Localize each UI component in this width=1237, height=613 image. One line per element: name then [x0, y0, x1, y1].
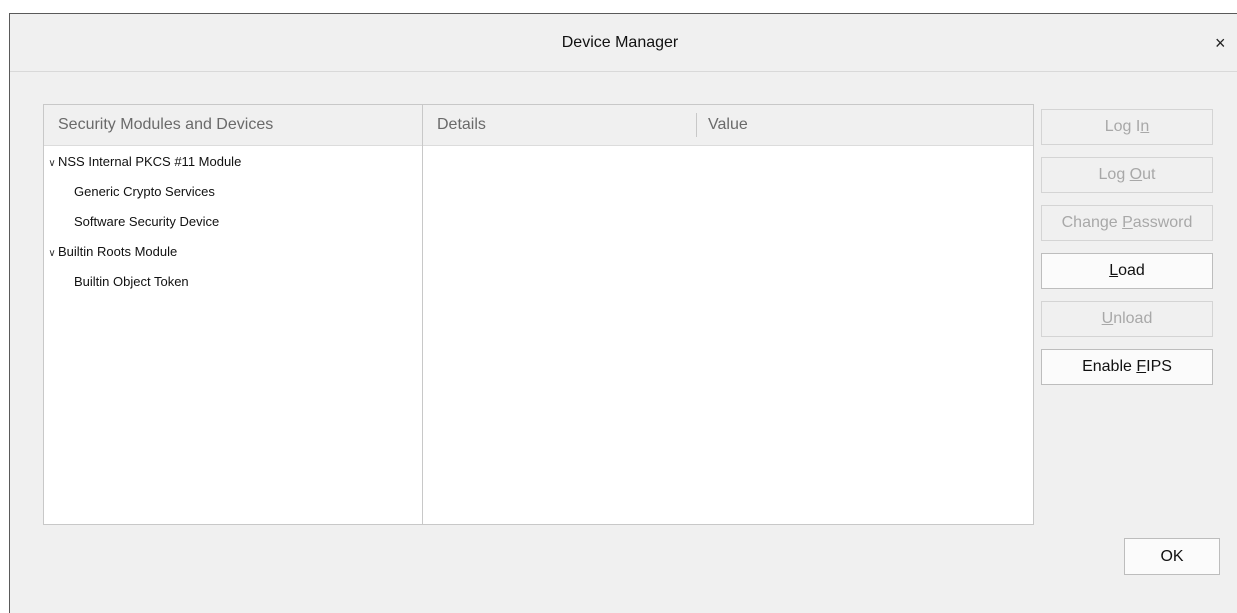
title-bar: Device Manager ×: [10, 14, 1237, 72]
button-label: ut: [1142, 166, 1156, 183]
tree-item-builtin-roots-module[interactable]: ∨ Builtin Roots Module: [44, 240, 422, 270]
security-modules-tree[interactable]: Security Modules and Devices ∨ NSS Intern…: [43, 104, 423, 525]
dialog-title: Device Manager: [561, 34, 679, 51]
button-label: oad: [1118, 262, 1145, 279]
log-out-button[interactable]: Log Out: [1041, 157, 1213, 193]
unload-button[interactable]: Unload: [1041, 301, 1213, 337]
tree-item-label: Builtin Object Token: [74, 274, 189, 289]
log-in-button[interactable]: Log In: [1041, 109, 1213, 145]
button-label: Log: [1098, 166, 1130, 183]
close-icon[interactable]: ×: [1215, 31, 1237, 55]
tree-item-label: Generic Crypto Services: [74, 184, 215, 199]
tree-item-generic-crypto-services[interactable]: Generic Crypto Services: [44, 180, 422, 210]
tree-item-builtin-object-token[interactable]: Builtin Object Token: [44, 270, 422, 300]
change-password-button[interactable]: Change Password: [1041, 205, 1213, 241]
button-label: assword: [1132, 214, 1193, 231]
access-key: L: [1109, 262, 1119, 279]
button-label: Change: [1061, 214, 1123, 231]
tree-item-nss-internal-module[interactable]: ∨ NSS Internal PKCS #11 Module: [44, 150, 422, 180]
button-label: nload: [1113, 310, 1153, 327]
tree-column-header[interactable]: Security Modules and Devices: [44, 105, 422, 146]
button-label: IPS: [1146, 358, 1172, 375]
chevron-down-icon[interactable]: ∨: [47, 242, 57, 266]
tree-item-label: NSS Internal PKCS #11 Module: [58, 154, 242, 169]
column-header-value[interactable]: Value: [708, 105, 748, 145]
column-divider[interactable]: [696, 113, 697, 137]
tree-item-label: Software Security Device: [74, 214, 220, 229]
access-key: P: [1122, 214, 1133, 231]
ok-button[interactable]: OK: [1124, 538, 1220, 575]
device-manager-dialog: Device Manager × Security Modules and De…: [9, 13, 1237, 613]
tree-item-software-security-device[interactable]: Software Security Device: [44, 210, 422, 240]
chevron-down-icon[interactable]: ∨: [47, 152, 57, 176]
button-label: Enable: [1082, 358, 1137, 375]
access-key: F: [1136, 358, 1147, 375]
tree-item-label: Builtin Roots Module: [58, 244, 178, 259]
access-key: n: [1140, 118, 1150, 135]
access-key: U: [1101, 310, 1114, 327]
load-button[interactable]: Load: [1041, 253, 1213, 289]
details-table-header: Details Value: [423, 105, 1033, 146]
access-key: O: [1129, 166, 1143, 183]
enable-fips-button[interactable]: Enable FIPS: [1041, 349, 1213, 385]
details-table: Details Value: [423, 104, 1034, 525]
tree-list: ∨ NSS Internal PKCS #11 Module Generic Cr…: [44, 146, 422, 300]
button-label: Log I: [1104, 118, 1141, 135]
column-header-details[interactable]: Details: [437, 105, 486, 145]
